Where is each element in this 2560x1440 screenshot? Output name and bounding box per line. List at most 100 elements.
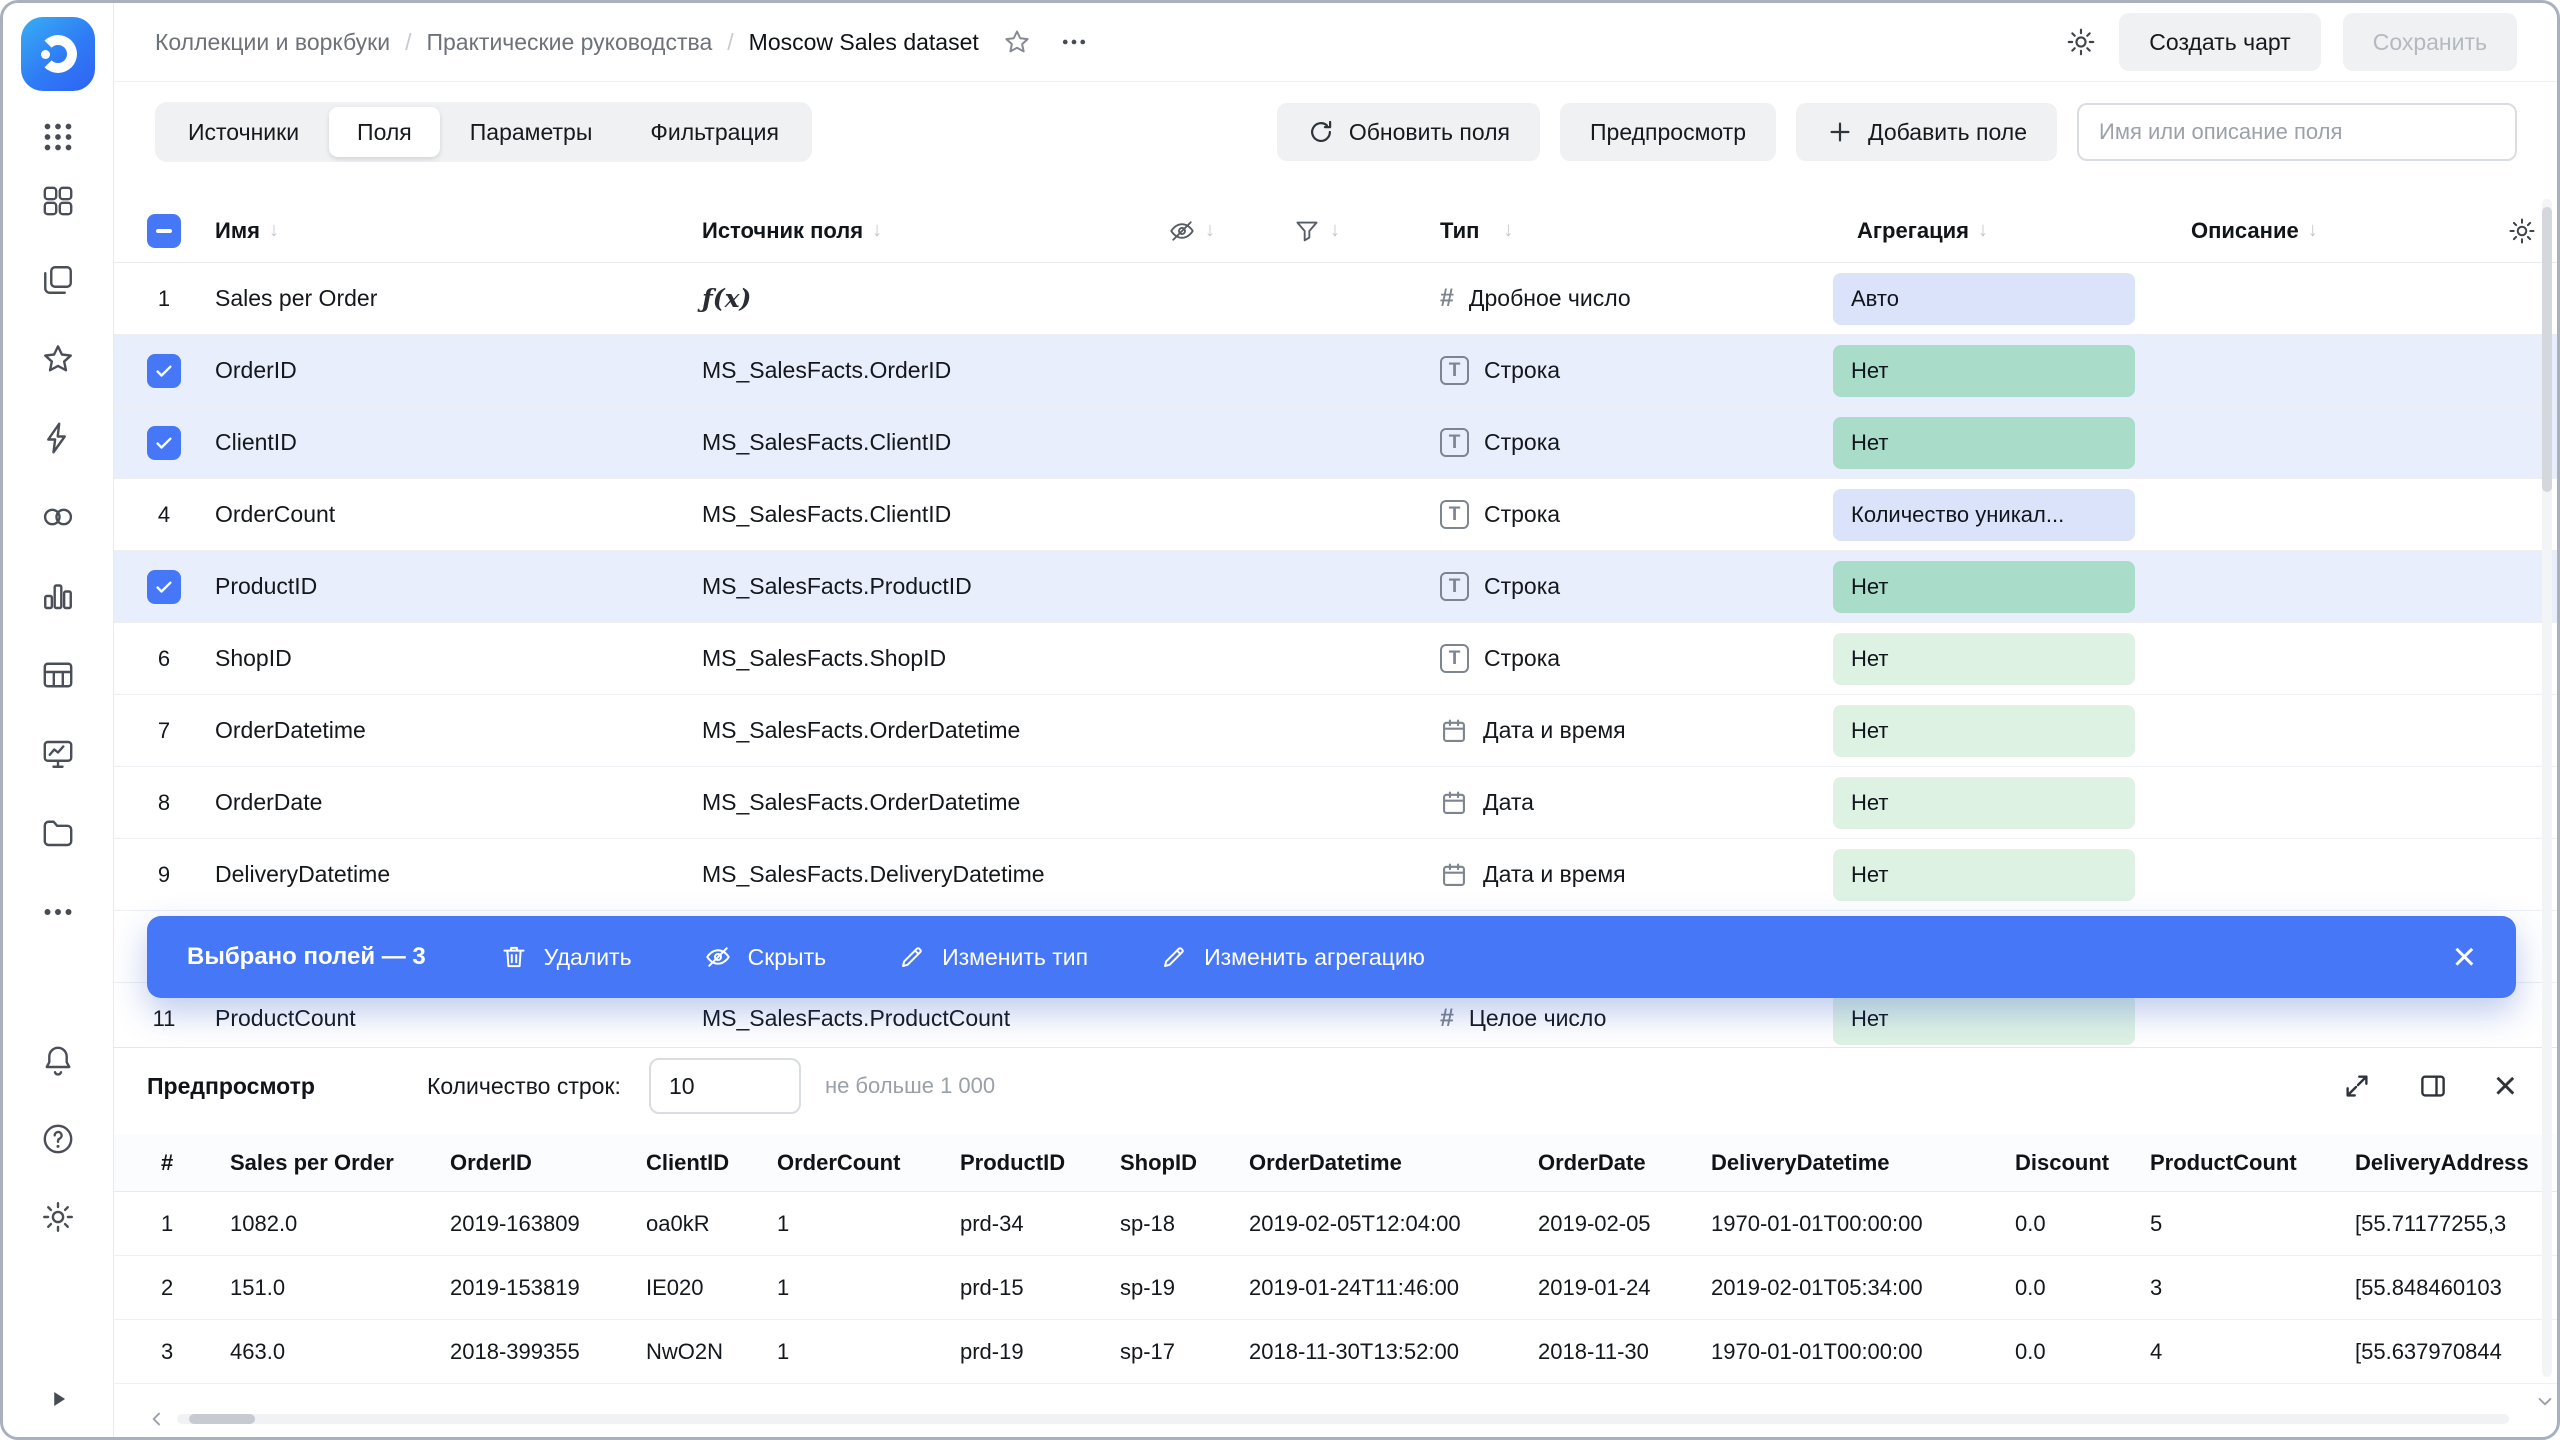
field-name: ProductCount bbox=[215, 1005, 356, 1031]
horizontal-scrollbar bbox=[147, 1412, 2509, 1426]
aggregation-select[interactable]: Нет bbox=[1833, 776, 2135, 829]
field-type[interactable]: T Строка bbox=[1403, 644, 1833, 673]
field-row[interactable]: ClientID MS_SalesFacts.ClientID T Строка Нет bbox=[114, 407, 2557, 479]
sidebar-help[interactable] bbox=[30, 1111, 86, 1167]
sidebar-settings[interactable] bbox=[30, 1189, 86, 1245]
sidebar-monitoring[interactable] bbox=[30, 726, 86, 782]
sort-arrow-icon: ↓ bbox=[268, 219, 279, 241]
tab-parameters[interactable]: Параметры bbox=[442, 107, 621, 157]
sidebar-services[interactable] bbox=[30, 489, 86, 545]
sidebar-datasets[interactable] bbox=[30, 647, 86, 703]
save-button[interactable]: Сохранить bbox=[2342, 13, 2517, 71]
expand-preview-button[interactable] bbox=[2342, 1071, 2372, 1101]
field-type[interactable]: T Строка bbox=[1403, 428, 1833, 457]
field-type[interactable]: Дата и время bbox=[1403, 717, 1833, 745]
field-type[interactable]: T Строка bbox=[1403, 356, 1833, 385]
aggregation-select[interactable]: Нет bbox=[1833, 992, 2135, 1045]
field-row[interactable]: 1 Sales per Order ƒ(x) # Дробное число Авто bbox=[114, 263, 2557, 335]
aggregation-select[interactable]: Нет bbox=[1833, 848, 2135, 901]
more-menu-button[interactable] bbox=[1059, 27, 1089, 57]
selection-action[interactable]: Изменить тип bbox=[898, 943, 1088, 971]
aggregation-select[interactable]: Авто bbox=[1833, 272, 2135, 325]
dock-preview-button[interactable] bbox=[2418, 1071, 2448, 1101]
preview-cell: 2019-02-05T12:04:00 bbox=[1249, 1210, 1461, 1236]
close-selection-button[interactable]: × bbox=[2453, 937, 2476, 977]
datalens-logo[interactable] bbox=[21, 17, 95, 91]
aggregation-select[interactable]: Нет bbox=[1833, 632, 2135, 685]
aggregation-select[interactable]: Нет bbox=[1833, 560, 2135, 613]
aggregation-select[interactable]: Количество уникал... bbox=[1833, 488, 2135, 541]
sidebar-notifications[interactable] bbox=[30, 1033, 86, 1089]
tab-sources[interactable]: Источники bbox=[160, 107, 327, 157]
scrollbar-thumb[interactable] bbox=[189, 1414, 255, 1424]
vertical-scrollbar-thumb[interactable] bbox=[2542, 207, 2552, 492]
field-row[interactable]: ProductID MS_SalesFacts.ProductID T Строка Н… bbox=[114, 551, 2557, 623]
field-type[interactable]: # Дробное число bbox=[1403, 284, 1833, 313]
field-source: MS_SalesFacts.OrderID bbox=[702, 357, 952, 383]
tab-fields[interactable]: Поля bbox=[329, 107, 440, 157]
sidebar-more[interactable] bbox=[30, 884, 86, 940]
row-count-input[interactable] bbox=[648, 1058, 801, 1114]
field-source: MS_SalesFacts.ProductID bbox=[702, 573, 972, 599]
sidebar-storage[interactable] bbox=[30, 805, 86, 861]
selection-action[interactable]: Скрыть bbox=[704, 943, 826, 971]
field-row[interactable]: 9 DeliveryDatetime MS_SalesFacts.DeliveryD… bbox=[114, 839, 2557, 911]
field-row[interactable]: 8 OrderDate MS_SalesFacts.OrderDatetime Дат… bbox=[114, 767, 2557, 839]
scrollbar-track[interactable] bbox=[177, 1414, 2509, 1424]
field-row[interactable]: 6 ShopID MS_SalesFacts.ShopID T Строка Нет bbox=[114, 623, 2557, 695]
field-type[interactable]: Дата и время bbox=[1403, 861, 1833, 889]
column-header-description[interactable]: Описание ↓ bbox=[2173, 218, 2477, 244]
aggregation-select[interactable]: Нет bbox=[1833, 344, 2135, 397]
column-header-hidden[interactable]: ↓ bbox=[1168, 217, 1293, 245]
selection-action[interactable]: Изменить агрегацию bbox=[1160, 943, 1425, 971]
sidebar-expand[interactable] bbox=[30, 1371, 86, 1427]
field-type[interactable]: T Строка bbox=[1403, 500, 1833, 529]
check-icon bbox=[156, 581, 172, 593]
field-search-input[interactable] bbox=[2079, 119, 2515, 145]
add-field-button[interactable]: Добавить поле bbox=[1796, 103, 2057, 161]
preview-cell: sp-17 bbox=[1120, 1338, 1176, 1364]
selection-action[interactable]: Удалить bbox=[500, 943, 632, 971]
vertical-scrollbar[interactable] bbox=[2542, 199, 2552, 1377]
field-row[interactable]: 4 OrderCount MS_SalesFacts.ClientID T Строка… bbox=[114, 479, 2557, 551]
aggregation-select[interactable]: Нет bbox=[1833, 704, 2135, 757]
check-icon bbox=[156, 437, 172, 449]
dataset-settings-button[interactable] bbox=[2065, 26, 2097, 58]
field-name: ShopID bbox=[215, 645, 292, 671]
preview-column-header: # bbox=[161, 1149, 174, 1175]
column-header-source[interactable]: Источник поля ↓ bbox=[702, 218, 1168, 244]
breadcrumb-guides[interactable]: Практические руководства bbox=[426, 29, 712, 56]
table-settings-button[interactable] bbox=[2477, 216, 2537, 246]
refresh-fields-button[interactable]: Обновить поля bbox=[1276, 103, 1540, 161]
preview-toggle-button[interactable]: Предпросмотр bbox=[1560, 103, 1776, 161]
tab-filtering[interactable]: Фильтрация bbox=[622, 107, 807, 157]
sidebar-connections[interactable] bbox=[30, 410, 86, 466]
select-all-checkbox[interactable] bbox=[147, 213, 181, 248]
close-preview-button[interactable]: × bbox=[2494, 1066, 2517, 1106]
field-type[interactable]: # Целое число bbox=[1403, 1004, 1833, 1033]
sidebar-workbooks[interactable] bbox=[30, 252, 86, 308]
column-header-name[interactable]: Имя ↓ bbox=[215, 218, 702, 244]
sidebar-favorites[interactable] bbox=[30, 331, 86, 387]
column-header-filter[interactable]: ↓ bbox=[1293, 217, 1403, 245]
favorite-button[interactable] bbox=[1002, 27, 1032, 57]
column-header-aggregation[interactable]: Агрегация ↓ bbox=[1833, 218, 2173, 244]
column-header-type[interactable]: Тип ↓ bbox=[1403, 218, 1833, 244]
row-checkbox-checked[interactable] bbox=[147, 353, 181, 388]
field-row[interactable]: 7 OrderDatetime MS_SalesFacts.OrderDatetim… bbox=[114, 695, 2557, 767]
aggregation-select[interactable]: Нет bbox=[1833, 416, 2135, 469]
sidebar-dashboards[interactable] bbox=[30, 173, 86, 229]
field-type[interactable]: Дата bbox=[1403, 789, 1833, 817]
scroll-left-button[interactable] bbox=[147, 1409, 167, 1429]
breadcrumb-dataset-title: Moscow Sales dataset bbox=[748, 28, 979, 55]
field-row[interactable]: OrderID MS_SalesFacts.OrderID T Строка Нет bbox=[114, 335, 2557, 407]
create-chart-button[interactable]: Создать чарт bbox=[2119, 13, 2321, 71]
row-checkbox-checked[interactable] bbox=[147, 569, 181, 604]
sidebar-apps[interactable] bbox=[30, 109, 86, 165]
row-checkbox-checked[interactable] bbox=[147, 425, 181, 460]
field-type[interactable]: T Строка bbox=[1403, 572, 1833, 601]
scroll-down-button[interactable] bbox=[2535, 1391, 2555, 1411]
breadcrumb-collections[interactable]: Коллекции и воркбуки bbox=[155, 29, 390, 56]
field-name: DeliveryDatetime bbox=[215, 861, 391, 887]
sidebar-charts[interactable] bbox=[30, 568, 86, 624]
